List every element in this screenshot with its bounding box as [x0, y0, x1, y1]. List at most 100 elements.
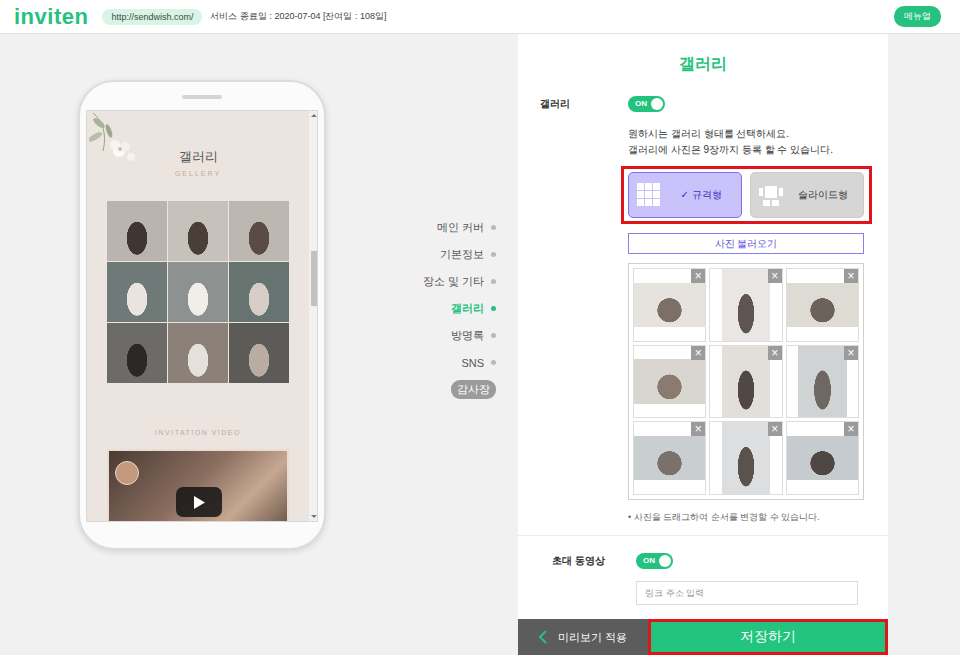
nav-dot [491, 225, 496, 230]
scroll-up-icon[interactable] [309, 111, 318, 120]
preview-apply-label: 미리보기 적용 [558, 630, 627, 645]
preview-photo [168, 201, 228, 261]
nav-item[interactable]: 메인 커버 [414, 214, 496, 241]
scrollbar[interactable] [309, 111, 318, 521]
preview-photo [107, 323, 167, 383]
nav-item[interactable]: 기본정보 [414, 241, 496, 268]
flower-decoration-icon [89, 111, 141, 165]
video-link-input[interactable] [636, 581, 858, 605]
video-thumbnail[interactable] [107, 449, 289, 521]
photo-thumb[interactable]: × [786, 268, 859, 342]
photo-thumb[interactable]: × [633, 345, 706, 419]
scroll-thumb[interactable] [311, 251, 318, 306]
gallery-toggle[interactable]: ON [628, 96, 665, 112]
nav-label[interactable]: 기본정보 [440, 247, 484, 262]
remove-photo-button[interactable]: × [691, 269, 705, 283]
gallery-description: 원하시는 갤러리 형태를 선택하세요.갤러리에 사진은 9장까지 등록 할 수 … [628, 126, 864, 158]
preview-title: 갤러리 [179, 148, 218, 166]
photo-grid: × × × × × × × × × [628, 263, 864, 500]
scroll-down-icon[interactable] [309, 512, 318, 521]
check-mark: ✓ [680, 189, 688, 200]
layout-option[interactable]: ✓ 규격형 [628, 172, 742, 218]
logo[interactable]: inviten [14, 4, 88, 30]
remove-photo-button[interactable]: × [768, 269, 782, 283]
photo-thumb[interactable]: × [709, 345, 782, 419]
channel-avatar-icon [115, 461, 139, 485]
preview-photo [229, 323, 289, 383]
remove-photo-button[interactable]: × [691, 422, 705, 436]
video-label: 초대 동영상 [552, 554, 636, 568]
photo-thumb[interactable]: × [709, 421, 782, 495]
nav-item[interactable]: 감사장 [414, 376, 496, 403]
load-photos-button[interactable]: 사진 불러오기 [628, 233, 864, 254]
photo [634, 359, 705, 403]
photo-thumb[interactable]: × [633, 268, 706, 342]
preview-photo [229, 262, 289, 322]
photo-thumb[interactable]: × [709, 268, 782, 342]
preview-area: 갤러리 GELLERY INVITATION VIDEO [0, 34, 518, 655]
video-section-label: INVITATION VIDEO [155, 428, 241, 438]
nav-dot [491, 306, 496, 311]
layout-option[interactable]: 슬라이드형 [750, 172, 864, 218]
nav-dot [491, 333, 496, 338]
photo [722, 422, 771, 494]
manual-button[interactable]: 메뉴얼 [894, 6, 941, 27]
nav-item[interactable]: 방명록 [414, 322, 496, 349]
description-line: 원하시는 갤러리 형태를 선택하세요. [628, 126, 864, 142]
drag-hint: • 사진을 드래그하여 순서를 변경할 수 있습니다. [628, 510, 864, 524]
nav-label[interactable]: 메인 커버 [437, 220, 484, 235]
gallery-label: 갤러리 [540, 97, 628, 111]
top-bar: inviten http://sendwish.com/ 서비스 종료일 : 2… [0, 0, 960, 34]
description-line: 갤러리에 사진은 9장까지 등록 할 수 있습니다. [628, 142, 864, 158]
layout-name: 슬라이드형 [798, 189, 848, 200]
toggle-text: ON [635, 99, 647, 109]
nav-label[interactable]: SNS [461, 357, 484, 369]
preview-photo [229, 201, 289, 261]
photo [722, 269, 771, 341]
remove-photo-button[interactable]: × [844, 422, 858, 436]
preview-apply-button[interactable]: 미리보기 적용 [518, 619, 648, 655]
panel-title: 갤러리 [518, 54, 888, 74]
section-nav: 메인 커버기본정보장소 및 기타갤러리방명록 SNS 감사장 [414, 214, 496, 403]
nav-item[interactable]: SNS [414, 349, 496, 376]
action-bar: 미리보기 적용 저장하기 [518, 619, 888, 655]
remove-photo-button[interactable]: × [844, 269, 858, 283]
remove-photo-button[interactable]: × [691, 346, 705, 360]
preview-photo [168, 262, 228, 322]
preview-subtitle: GELLERY [175, 169, 221, 179]
grid-layout-icon [637, 183, 661, 207]
slide-layout-icon [759, 183, 783, 207]
photo [634, 283, 705, 327]
nav-label[interactable]: 방명록 [451, 328, 484, 343]
layout-label: 슬라이드형 [791, 188, 855, 202]
play-icon[interactable] [176, 487, 222, 517]
invitation-page: 갤러리 GELLERY INVITATION VIDEO [87, 111, 309, 521]
phone-preview: 갤러리 GELLERY INVITATION VIDEO [78, 80, 326, 550]
preview-photo [107, 201, 167, 261]
site-url[interactable]: http://sendwish.com/ [102, 9, 202, 25]
photo-thumb[interactable]: × [786, 421, 859, 495]
photo-thumb[interactable]: × [633, 421, 706, 495]
remove-photo-button[interactable]: × [844, 346, 858, 360]
remove-photo-button[interactable]: × [768, 346, 782, 360]
layout-label: ✓ 규격형 [669, 188, 733, 202]
remove-photo-button[interactable]: × [768, 422, 782, 436]
photo [787, 283, 858, 327]
phone-screen[interactable]: 갤러리 GELLERY INVITATION VIDEO [86, 110, 318, 522]
photo [722, 346, 771, 418]
phone-speaker [182, 95, 222, 99]
nav-label[interactable]: 갤러리 [451, 301, 484, 316]
video-toggle[interactable]: ON [636, 553, 673, 569]
photo-thumb[interactable]: × [786, 345, 859, 419]
save-button[interactable]: 저장하기 [648, 619, 888, 655]
nav-item[interactable]: 장소 및 기타 [414, 268, 496, 295]
nav-item[interactable]: 갤러리 [414, 295, 496, 322]
photo [798, 346, 847, 418]
nav-dot [491, 252, 496, 257]
toggle-knob [659, 555, 671, 567]
nav-badge[interactable]: 감사장 [451, 380, 496, 399]
nav-label[interactable]: 장소 및 기타 [423, 274, 484, 289]
layout-name: 규격형 [692, 189, 722, 200]
photo [787, 436, 858, 480]
photo [634, 436, 705, 480]
